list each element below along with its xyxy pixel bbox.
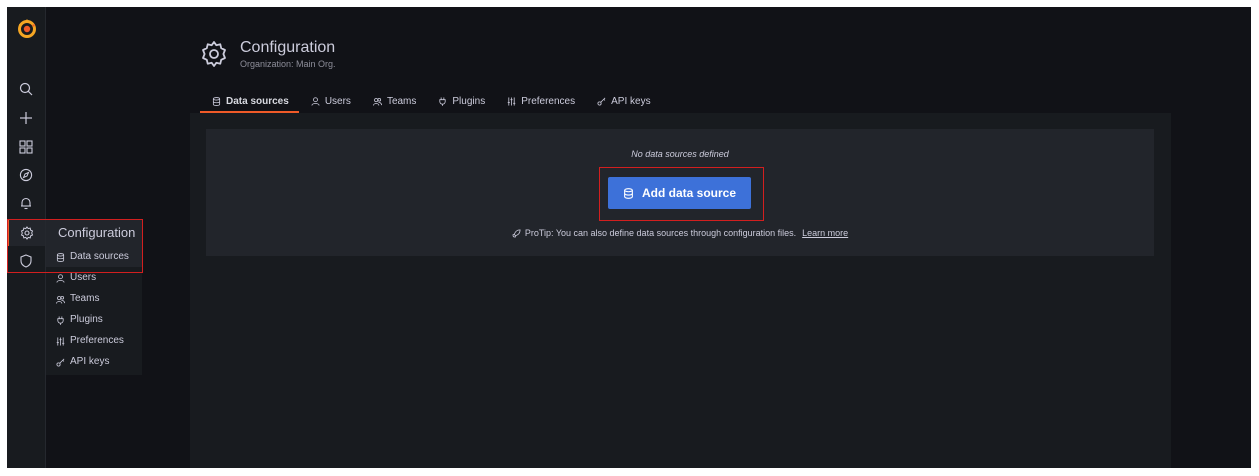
user-icon xyxy=(56,273,65,283)
key-icon xyxy=(597,97,606,106)
configuration-flyout-menu: Configuration Data sources Users Teams P… xyxy=(46,219,142,375)
sidebar xyxy=(7,7,46,468)
user-icon xyxy=(311,96,320,106)
grafana-app: Configuration Data sources Users Teams P… xyxy=(7,7,1251,468)
gear-icon xyxy=(202,41,226,67)
plug-icon xyxy=(439,96,446,106)
key-icon xyxy=(56,358,65,367)
tab-api-keys[interactable]: API keys xyxy=(585,89,660,113)
flyout-item-api-keys[interactable]: API keys xyxy=(46,352,142,372)
tab-label: Teams xyxy=(386,95,417,107)
tab-label: Plugins xyxy=(452,95,486,107)
flyout-item-teams[interactable]: Teams xyxy=(46,289,142,309)
page-header: Configuration Organization: Main Org. xyxy=(200,34,336,74)
flyout-item-label: Teams xyxy=(70,293,100,304)
flyout-item-preferences[interactable]: Preferences xyxy=(46,331,142,351)
add-data-source-label: Add data source xyxy=(641,186,737,200)
page-title: Configuration xyxy=(240,38,336,56)
protip: ProTip: You can also define data sources… xyxy=(206,228,1154,238)
shield-icon[interactable] xyxy=(7,248,45,274)
tab-label: Data sources xyxy=(226,95,289,107)
gear-icon[interactable] xyxy=(7,220,45,246)
explore-icon[interactable] xyxy=(7,162,45,188)
tab-users[interactable]: Users xyxy=(299,89,361,113)
protip-text: ProTip: You can also define data sources… xyxy=(524,228,797,238)
plus-icon[interactable] xyxy=(7,105,45,131)
flyout-item-label: Data sources xyxy=(70,251,129,262)
tab-label: Users xyxy=(324,95,351,107)
learn-more-link[interactable]: Learn more xyxy=(802,228,848,238)
title-block: Configuration Organization: Main Org. xyxy=(240,39,336,70)
database-icon xyxy=(56,252,65,262)
rocket-icon xyxy=(512,228,521,238)
tab-data-sources[interactable]: Data sources xyxy=(200,89,299,113)
tab-teams[interactable]: Teams xyxy=(361,89,426,113)
tab-preferences[interactable]: Preferences xyxy=(495,89,585,113)
flyout-title[interactable]: Configuration xyxy=(46,219,142,247)
tab-label: Preferences xyxy=(521,95,576,107)
flyout-item-label: Preferences xyxy=(70,335,124,346)
flyout-item-plugins[interactable]: Plugins xyxy=(46,310,142,330)
users-icon xyxy=(56,295,65,304)
database-icon xyxy=(624,187,633,199)
sliders-icon xyxy=(56,336,65,346)
flyout-item-label: Users xyxy=(70,272,97,283)
tab-label: API keys xyxy=(611,95,651,107)
flyout-item-data-sources[interactable]: Data sources xyxy=(46,247,142,267)
flyout-item-label: API keys xyxy=(70,356,110,367)
flyout-item-users[interactable]: Users xyxy=(46,268,142,288)
tab-bar: Data sources Users Teams Plugins Prefere… xyxy=(200,89,661,113)
tab-plugins[interactable]: Plugins xyxy=(426,89,495,113)
search-icon[interactable] xyxy=(7,76,45,102)
empty-list-panel: No data sources defined Add data source … xyxy=(206,129,1154,256)
plug-icon xyxy=(57,315,64,325)
add-data-source-button[interactable]: Add data source xyxy=(608,177,751,209)
empty-state-title: No data sources defined xyxy=(631,149,729,159)
dashboards-icon[interactable] xyxy=(7,134,45,160)
users-icon xyxy=(372,97,382,106)
page-subtitle: Organization: Main Org. xyxy=(240,58,336,69)
alert-bell-icon[interactable] xyxy=(7,190,45,216)
grafana-logo[interactable] xyxy=(16,17,38,39)
database-icon xyxy=(212,96,221,106)
sliders-icon xyxy=(507,96,516,106)
flyout-item-label: Plugins xyxy=(70,314,103,325)
